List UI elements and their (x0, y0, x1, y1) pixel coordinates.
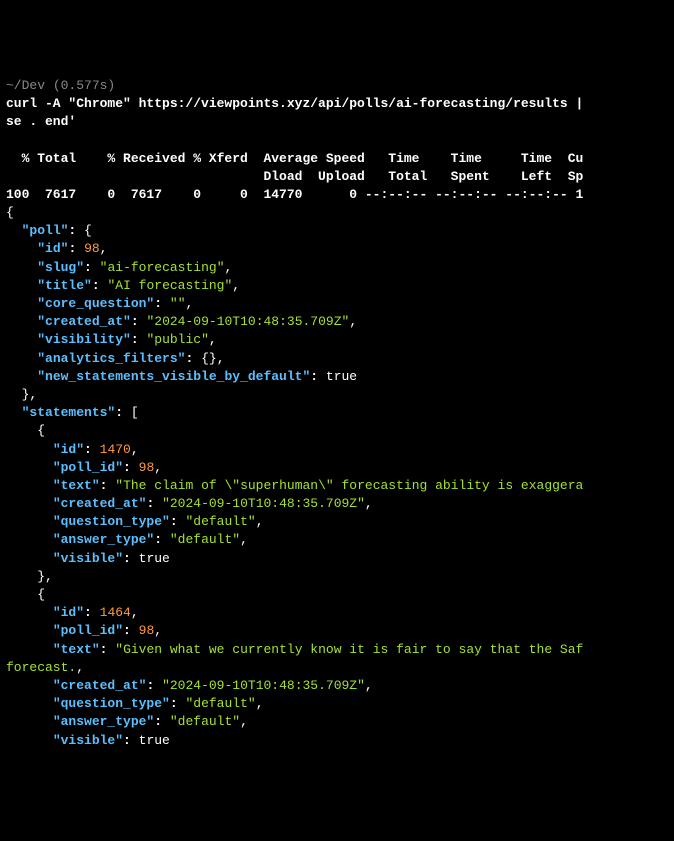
key-stmt0-atype: "answer_type" (53, 532, 154, 547)
key-stmt1-visible: "visible" (53, 733, 123, 748)
command-line-1: curl -A "Chrome" https://viewpoints.xyz/… (6, 96, 583, 111)
val-poll-created: "2024-09-10T10:48:35.709Z" (146, 314, 349, 329)
key-stmt0-pollid: "poll_id" (53, 460, 123, 475)
key-stmt0-created: "created_at" (53, 496, 147, 511)
key-stmt0-id: "id" (53, 442, 84, 457)
key-stmt1-created: "created_at" (53, 678, 147, 693)
val-new-statements: true (326, 369, 357, 384)
val-stmt0-atype: "default" (170, 532, 240, 547)
val-stmt1-text-cont: forecast. (6, 660, 76, 675)
command-line-2: se . end' (6, 114, 76, 129)
val-stmt1-created: "2024-09-10T10:48:35.709Z" (162, 678, 365, 693)
key-created-at: "created_at" (37, 314, 131, 329)
json-open-brace: { (6, 205, 14, 220)
key-statements: "statements" (22, 405, 116, 420)
key-stmt1-qtype: "question_type" (53, 696, 170, 711)
val-analytics-filters: {} (201, 351, 217, 366)
key-stmt1-id: "id" (53, 605, 84, 620)
val-stmt1-id: 1464 (100, 605, 131, 620)
key-stmt1-pollid: "poll_id" (53, 623, 123, 638)
val-visibility: "public" (146, 332, 208, 347)
key-core-question: "core_question" (37, 296, 154, 311)
val-poll-slug: "ai-forecasting" (100, 260, 225, 275)
val-core-question: "" (170, 296, 186, 311)
key-id: "id" (37, 241, 68, 256)
key-title: "title" (37, 278, 92, 293)
curl-header-2: Dload Upload Total Spent Left Sp (6, 169, 583, 184)
key-visibility: "visibility" (37, 332, 131, 347)
val-stmt0-id: 1470 (100, 442, 131, 457)
key-stmt0-qtype: "question_type" (53, 514, 170, 529)
val-stmt0-pollid: 98 (139, 460, 155, 475)
key-stmt1-atype: "answer_type" (53, 714, 154, 729)
curl-header-3: 100 7617 0 7617 0 0 14770 0 --:--:-- --:… (6, 187, 583, 202)
curl-header-1: % Total % Received % Xferd Average Speed… (6, 151, 583, 166)
prompt-path: ~/Dev (6, 78, 45, 93)
key-stmt0-visible: "visible" (53, 551, 123, 566)
val-stmt1-atype: "default" (170, 714, 240, 729)
key-slug: "slug" (37, 260, 84, 275)
key-new-statements: "new_statements_visible_by_default" (37, 369, 310, 384)
key-stmt1-text: "text" (53, 642, 100, 657)
prompt-timing: (0.577s) (53, 78, 115, 93)
terminal-output[interactable]: ~/Dev (0.577s) curl -A "Chrome" https://… (6, 77, 668, 750)
val-stmt1-visible: true (139, 733, 170, 748)
key-poll: "poll" (22, 223, 69, 238)
val-stmt1-pollid: 98 (139, 623, 155, 638)
key-stmt0-text: "text" (53, 478, 100, 493)
prompt-line: ~/Dev (0.577s) (6, 78, 115, 93)
val-stmt1-text: "Given what we currently know it is fair… (115, 642, 583, 657)
val-stmt1-qtype: "default" (185, 696, 255, 711)
val-poll-id: 98 (84, 241, 100, 256)
val-stmt0-qtype: "default" (185, 514, 255, 529)
val-stmt0-text: "The claim of \"superhuman\" forecasting… (115, 478, 583, 493)
val-stmt0-created: "2024-09-10T10:48:35.709Z" (162, 496, 365, 511)
val-stmt0-visible: true (139, 551, 170, 566)
val-poll-title: "AI forecasting" (107, 278, 232, 293)
key-analytics-filters: "analytics_filters" (37, 351, 185, 366)
